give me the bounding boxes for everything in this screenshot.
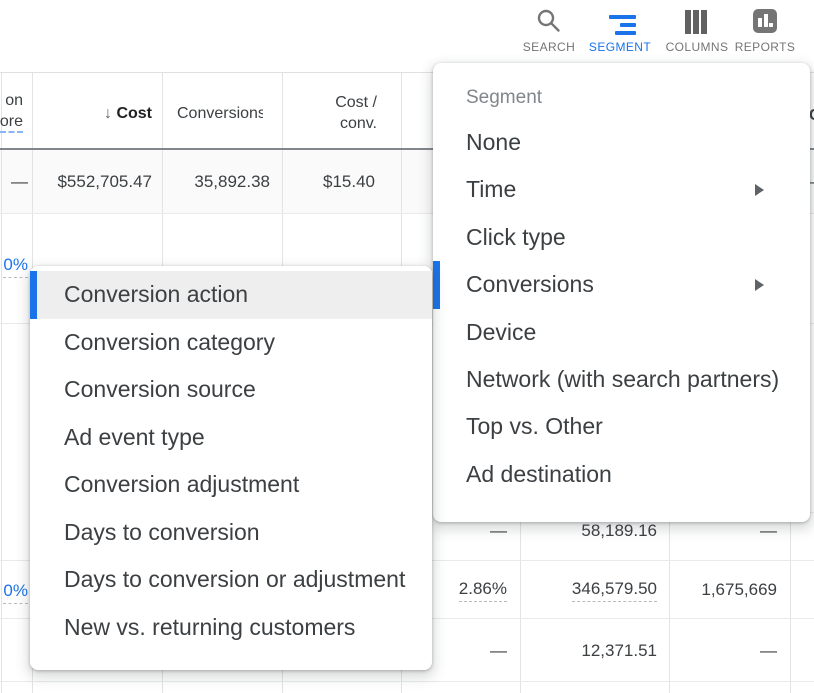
- segment-menu-item-click-type[interactable]: Click type: [433, 214, 810, 261]
- grid-line: [1, 72, 2, 693]
- active-item-indicator: [433, 261, 440, 308]
- optimization-score-link[interactable]: 0%: [3, 581, 28, 601]
- columns-icon: [662, 6, 732, 36]
- segment-menu-item-network[interactable]: Network (with search partners): [433, 356, 810, 403]
- submenu-item-days-to-conversion[interactable]: Days to conversion: [30, 509, 432, 557]
- column-header-cost[interactable]: ↓ Cost: [104, 103, 152, 124]
- segment-button[interactable]: SEGMENT: [585, 4, 655, 58]
- segment-menu-item-none[interactable]: None: [433, 119, 810, 166]
- segment-icon: [585, 6, 655, 36]
- table-cell-metric[interactable]: 346,579.50: [572, 579, 657, 599]
- summary-cell: —: [11, 172, 28, 192]
- submenu-item-conversion-action[interactable]: Conversion action: [30, 271, 432, 319]
- google-ads-screen: SEARCH SEGMENT COLUMNS REPORTS: [0, 0, 814, 693]
- column-header-clipped[interactable]: on ore: [0, 90, 23, 132]
- columns-button[interactable]: COLUMNS: [662, 4, 732, 58]
- columns-label: COLUMNS: [662, 40, 732, 54]
- table-cell: —: [760, 641, 777, 661]
- table-cell: 1,675,669: [701, 580, 777, 600]
- search-button[interactable]: SEARCH: [514, 4, 584, 58]
- table-cell: —: [490, 641, 507, 661]
- submenu-item-conversion-category[interactable]: Conversion category: [30, 319, 432, 367]
- submenu-item-conversion-source[interactable]: Conversion source: [30, 366, 432, 414]
- table-cell-metric[interactable]: 2.86%: [459, 579, 507, 599]
- summary-cell-conversions: 35,892.38: [194, 172, 270, 192]
- segment-menu-item-conversions[interactable]: Conversions: [433, 261, 810, 308]
- segment-menu-item-ad-destination[interactable]: Ad destination: [433, 451, 810, 498]
- segment-menu: Segment None Time Click type Conversions…: [433, 63, 810, 522]
- reports-icon: [730, 6, 800, 36]
- reports-label: REPORTS: [730, 40, 800, 54]
- table-cell: —: [490, 521, 507, 541]
- conversions-submenu: Conversion action Conversion category Co…: [30, 266, 432, 670]
- submenu-item-conversion-adjustment[interactable]: Conversion adjustment: [30, 461, 432, 509]
- grid-line: [0, 681, 814, 682]
- submenu-arrow-icon: [755, 184, 764, 196]
- sort-descending-icon: ↓: [104, 105, 112, 122]
- column-header-conversions[interactable]: Conversions: [177, 103, 263, 124]
- table-cell: —: [760, 521, 777, 541]
- summary-cell-cost: $552,705.47: [57, 172, 152, 192]
- segment-menu-item-device[interactable]: Device: [433, 309, 810, 356]
- column-header-cost-per-conv[interactable]: Cost / conv.: [335, 92, 377, 134]
- optimization-score-link[interactable]: 0%: [3, 255, 28, 275]
- segment-menu-title: Segment: [433, 77, 810, 119]
- segment-menu-item-top-vs-other[interactable]: Top vs. Other: [433, 403, 810, 450]
- search-icon: [514, 6, 584, 36]
- highlighted-item-indicator: [30, 271, 37, 319]
- submenu-item-ad-event-type[interactable]: Ad event type: [30, 414, 432, 462]
- summary-cell-cost-per-conv: $15.40: [323, 172, 375, 192]
- submenu-item-days-to-conversion-or-adjustment[interactable]: Days to conversion or adjustment: [30, 556, 432, 604]
- table-cell: 58,189.16: [581, 521, 657, 541]
- submenu-arrow-icon: [755, 279, 764, 291]
- reports-button[interactable]: REPORTS: [730, 4, 800, 58]
- search-label: SEARCH: [514, 40, 584, 54]
- submenu-item-new-vs-returning-customers[interactable]: New vs. returning customers: [30, 604, 432, 652]
- table-cell: 12,371.51: [581, 641, 657, 661]
- segment-menu-item-time[interactable]: Time: [433, 166, 810, 213]
- segment-label: SEGMENT: [585, 40, 655, 54]
